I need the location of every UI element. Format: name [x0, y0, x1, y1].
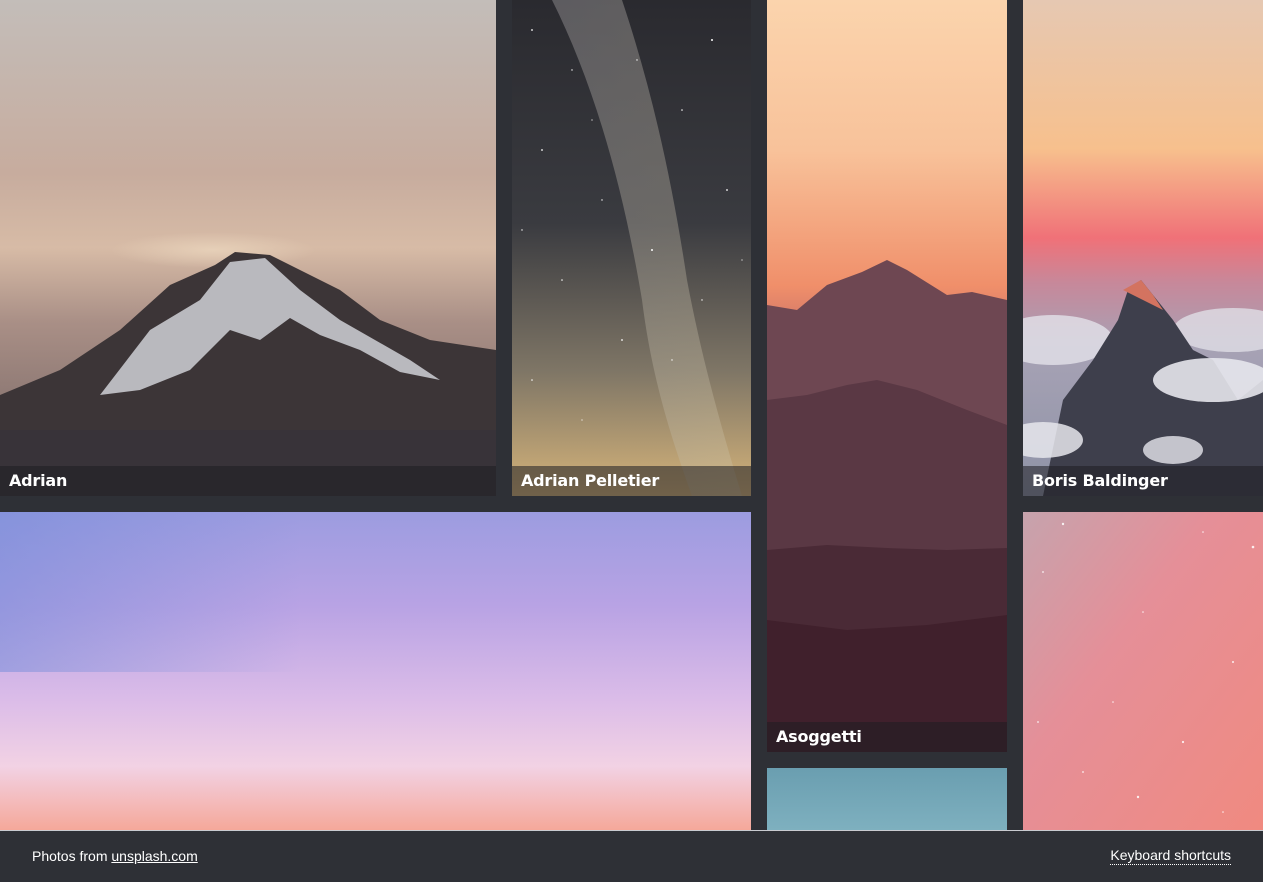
- photo-gallery: Adrian Adrian Pelletier Asoggetti Boris …: [0, 0, 1263, 830]
- photo-adrian-pelletier-image: [512, 0, 751, 496]
- photo-credit: Photos from unsplash.com: [32, 848, 198, 864]
- credit-prefix: Photos from: [32, 848, 112, 864]
- photo-teal-image: [767, 768, 1007, 830]
- photo-tile-teal[interactable]: [767, 768, 1007, 830]
- photo-tile-boris-baldinger[interactable]: Boris Baldinger: [1023, 0, 1263, 496]
- photo-author-caption: Adrian Pelletier: [512, 466, 751, 496]
- photo-author-caption: Boris Baldinger: [1023, 466, 1263, 496]
- footer-bar: Photos from unsplash.com Keyboard shortc…: [0, 830, 1263, 882]
- photo-author-caption: Adrian: [0, 466, 496, 496]
- photo-pastel-sky-image: [0, 512, 751, 830]
- photo-pink-nebula-image: [1023, 512, 1263, 830]
- photo-tile-pink-nebula[interactable]: [1023, 512, 1263, 830]
- photo-tile-adrian[interactable]: Adrian: [0, 0, 496, 496]
- photo-author-caption: Asoggetti: [767, 722, 1007, 752]
- photo-boris-baldinger-image: [1023, 0, 1263, 496]
- keyboard-shortcuts-link[interactable]: Keyboard shortcuts: [1110, 847, 1231, 865]
- photo-tile-pastel-sky[interactable]: [0, 512, 751, 830]
- photo-adrian-image: [0, 0, 496, 496]
- photo-tile-asoggetti[interactable]: Asoggetti: [767, 0, 1007, 752]
- unsplash-link[interactable]: unsplash.com: [111, 848, 197, 864]
- photo-asoggetti-image: [767, 0, 1007, 752]
- photo-tile-adrian-pelletier[interactable]: Adrian Pelletier: [512, 0, 751, 496]
